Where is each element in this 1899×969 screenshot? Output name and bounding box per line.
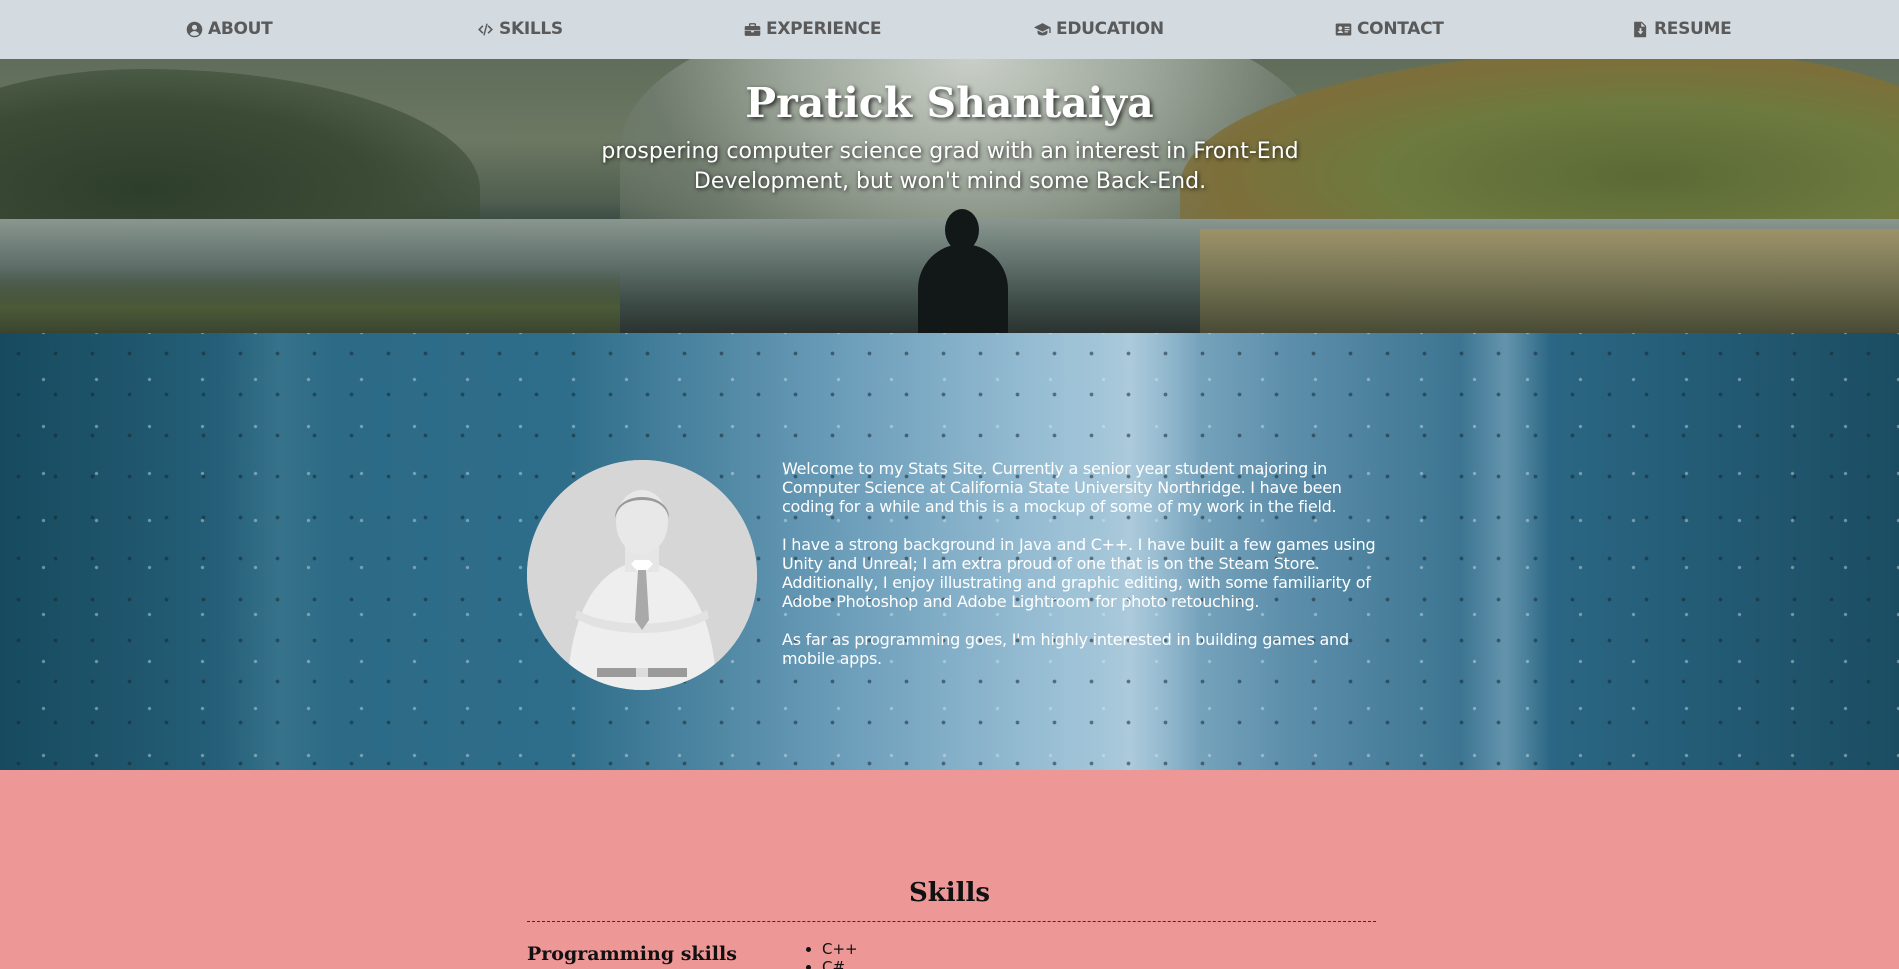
hero-subtitle: prospering computer science grad with an… [601,139,1299,194]
about-paragraph: Welcome to my Stats Site. Currently a se… [782,459,1342,516]
skills-list: C++ C# [822,940,858,969]
nav-skills-label: SKILLS [499,19,563,39]
hero-banner: Pratick Shantaiya prospering computer sc… [0,59,1899,333]
graduation-cap-icon [1034,22,1051,36]
briefcase-icon [744,22,761,36]
about-paragraph: As far as programming goes, I'm highly i… [782,630,1349,668]
avatar [527,460,757,690]
nav-experience-label: EXPERIENCE [766,19,882,39]
address-card-icon [1335,22,1352,36]
hero-title: Pratick Shantaiya [745,79,1154,127]
file-download-icon [1634,21,1647,37]
nav-contact-label: CONTACT [1357,19,1444,39]
skills-list-item: C# [822,958,858,969]
nav-resume-link[interactable]: RESUME [1632,19,1732,39]
code-icon [478,22,493,36]
user-circle-icon [186,21,203,37]
skills-divider [527,921,1376,922]
skills-title: Skills [908,878,991,908]
skills-category-label: Programming skills [527,943,737,965]
nav-about-link[interactable]: ABOUT [186,19,273,39]
hero-person-silhouette [918,244,1008,333]
skills-list-item: C++ [822,940,858,958]
about-section: Welcome to my Stats Site. Currently a se… [0,333,1899,770]
hero-lake-reflection [1200,229,1899,333]
about-text: Welcome to my Stats Site. Currently a se… [782,459,1377,687]
nav-resume-label: RESUME [1654,19,1732,39]
hero-reeds [0,269,620,333]
nav-experience-link[interactable]: EXPERIENCE [744,19,881,39]
nav-education-link[interactable]: EDUCATION [1034,19,1164,39]
avatar-person-icon [527,460,757,690]
about-paragraph: I have a strong background in Java and C… [782,535,1376,611]
nav-contact-link[interactable]: CONTACT [1335,19,1444,39]
nav-skills-link[interactable]: SKILLS [477,19,563,39]
top-navigation: ABOUT SKILLS EXPERIENCE EDUCATION CONTAC… [0,0,1899,59]
skills-section: Skills Programming skills C++ C# [0,770,1899,969]
nav-education-label: EDUCATION [1056,19,1164,39]
nav-about-label: ABOUT [208,19,273,39]
